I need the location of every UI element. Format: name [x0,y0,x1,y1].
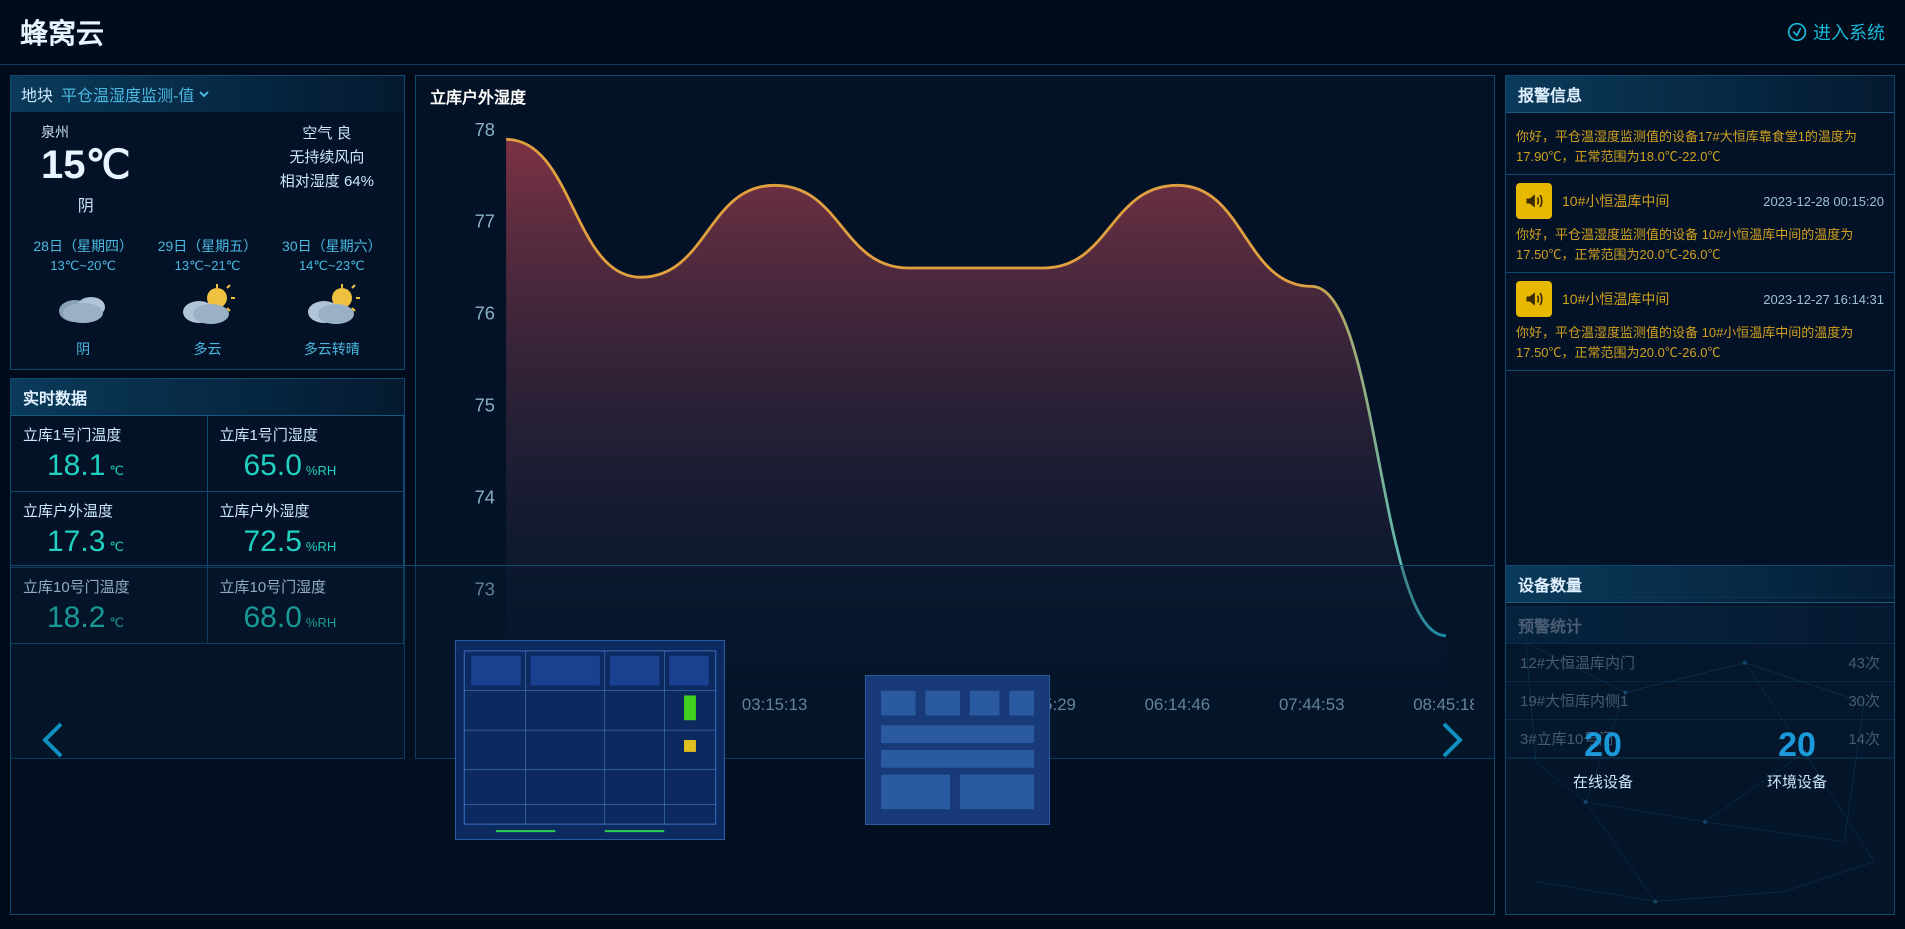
chart-title: 立库户外湿度 [416,76,1494,116]
env-devices: 20 环境设备 [1767,726,1827,792]
region-selected: 平仓温湿度监测-值 [61,82,194,106]
chevron-down-icon [198,88,210,100]
logo: 蜂窝云 [20,12,104,52]
carousel-prev-button[interactable] [31,716,79,764]
rt-name: 立库1号门湿度 [220,424,392,445]
carousel-next-button[interactable] [1426,716,1474,764]
region-label: 地块 [21,82,53,106]
alarm-body: 你好，平仓温湿度监测值的设备17#大恒库靠食堂1的温度为17.90℃，正常范围为… [1516,127,1884,166]
online-devices: 20 在线设备 [1573,726,1633,792]
y-tick: 75 [475,394,495,415]
region-dropdown[interactable]: 平仓温湿度监测-值 [61,82,210,106]
floorplan-large[interactable] [455,640,725,840]
enter-icon [1787,22,1807,42]
topbar: 蜂窝云 进入系统 [0,0,1905,65]
alarm-name: 10#小恒温库中间 [1562,191,1669,211]
rt-unit: ℃ [109,539,124,554]
weather-city: 泉州 [41,122,130,142]
device-count-panel: 设备数量 20 在线设备 20 环境设备 [1505,565,1895,915]
y-tick: 78 [475,119,495,140]
alarms-panel: 报警信息 你好，平仓温湿度监测值的设备17#大恒库靠食堂1的温度为17.90℃，… [1505,75,1895,598]
online-label: 在线设备 [1573,771,1633,792]
rt-value: 65.0 [244,449,302,483]
wind: 无持续风向 [280,146,374,170]
online-value: 20 [1573,726,1633,765]
weather-temp: 15℃ [41,142,130,188]
rt-value: 18.1 [47,449,105,483]
humidity: 相对湿度 64% [280,170,374,194]
alarm-item-1[interactable]: 10#小恒温库中间 2023-12-28 00:15:20 你好，平仓温湿度监测… [1506,175,1894,273]
realtime-cell-2: 立库户外温度 17.3 ℃ [11,492,208,568]
forecast-day-0: 28日（星期四） 13℃~20℃ 阴 [33,236,133,359]
alarm-time: 2023-12-27 16:14:31 [1763,292,1884,307]
floorplan-small[interactable] [865,675,1050,825]
weather-cloud-icon [33,284,133,329]
rt-unit: %RH [306,539,336,554]
forecast-date: 28日（星期四） [33,236,133,256]
forecast-label: 多云转晴 [282,339,382,359]
weather-suncloud-icon [282,284,382,329]
air-quality: 空气 良 [280,122,374,146]
y-tick: 77 [475,211,495,232]
realtime-cell-3: 立库户外湿度 72.5 %RH [208,492,405,568]
y-tick: 74 [475,486,495,507]
env-label: 环境设备 [1767,771,1827,792]
forecast-day-2: 30日（星期六） 14℃~23℃ 多云转晴 [282,236,382,359]
device-title: 设备数量 [1506,566,1894,603]
forecast-day-1: 29日（星期五） 13℃~21℃ 多云 [158,236,258,359]
floorplan-carousel [10,565,1495,915]
rt-name: 立库户外湿度 [220,500,392,521]
horn-icon [1516,183,1552,219]
rt-name: 立库1号门温度 [23,424,195,445]
network-bg-icon [1506,603,1894,921]
weather-suncloud-icon [158,284,258,329]
rt-unit: %RH [306,463,336,478]
alarm-name: 10#小恒温库中间 [1562,289,1669,309]
forecast-date: 30日（星期六） [282,236,382,256]
weather-panel: 地块 平仓温湿度监测-值 泉州 15℃ 阴 空气 良 无持续风向 [10,75,405,370]
env-value: 20 [1767,726,1827,765]
forecast-date: 29日（星期五） [158,236,258,256]
rt-value: 17.3 [47,525,105,559]
alarm-item-2[interactable]: 10#小恒温库中间 2023-12-27 16:14:31 你好，平仓温湿度监测… [1506,273,1894,371]
horn-icon [1516,281,1552,317]
weather-condition: 阴 [41,192,130,216]
forecast-range: 14℃~23℃ [282,258,382,274]
enter-system-label: 进入系统 [1813,19,1885,45]
rt-name: 立库户外温度 [23,500,195,521]
alarm-item-0[interactable]: 你好，平仓温湿度监测值的设备17#大恒库靠食堂1的温度为17.90℃，正常范围为… [1506,113,1894,175]
rt-value: 72.5 [244,525,302,559]
forecast-label: 多云 [158,339,258,359]
realtime-cell-1: 立库1号门湿度 65.0 %RH [208,416,405,492]
forecast-range: 13℃~21℃ [158,258,258,274]
forecast-range: 13℃~20℃ [33,258,133,274]
rt-unit: ℃ [109,463,124,478]
enter-system-button[interactable]: 进入系统 [1787,19,1885,45]
alarm-body: 你好，平仓温湿度监测值的设备 10#小恒温库中间的温度为17.50℃，正常范围为… [1516,323,1884,362]
alarm-time: 2023-12-28 00:15:20 [1763,194,1884,209]
alarm-body: 你好，平仓温湿度监测值的设备 10#小恒温库中间的温度为17.50℃，正常范围为… [1516,225,1884,264]
alarms-title: 报警信息 [1506,76,1894,113]
realtime-cell-0: 立库1号门温度 18.1 ℃ [11,416,208,492]
y-tick: 76 [475,303,495,324]
forecast-label: 阴 [33,339,133,359]
realtime-title: 实时数据 [11,379,404,416]
